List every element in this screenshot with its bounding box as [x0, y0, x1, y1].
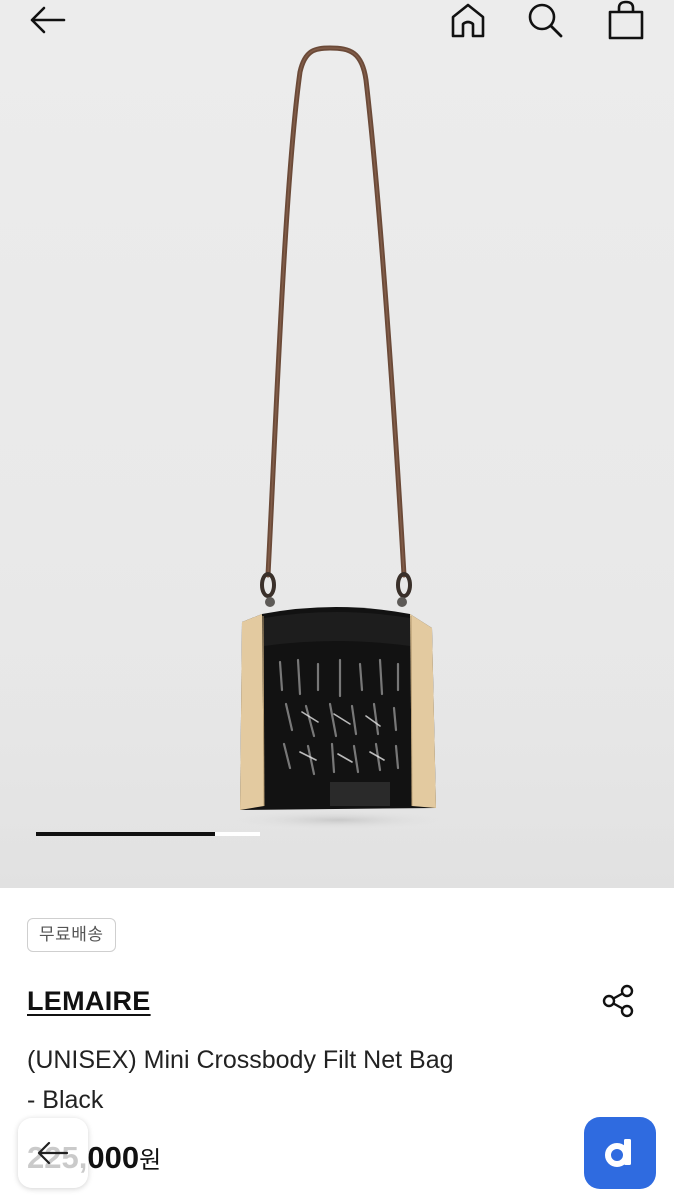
- arrow-left-icon: [37, 1141, 69, 1165]
- app-d-icon: [605, 1139, 631, 1167]
- back-button[interactable]: [26, 0, 70, 40]
- top-navigation-bar: [0, 0, 674, 44]
- share-icon: [602, 984, 634, 1018]
- cart-button[interactable]: [604, 0, 648, 40]
- product-image: [0, 45, 674, 888]
- product-detail-page: 무료배송 LEMAIRE (UNISEX) Mini Crossbody Fil…: [0, 0, 674, 1200]
- product-image-gallery[interactable]: [0, 0, 674, 888]
- carousel-indicator: [36, 832, 260, 836]
- share-button[interactable]: [598, 981, 638, 1021]
- shopping-bag-icon: [608, 0, 644, 40]
- home-icon: [451, 3, 485, 38]
- product-name-line2: - Black: [27, 1086, 104, 1114]
- product-name: (UNISEX) Mini Crossbody Filt Net Bag - B…: [27, 1040, 587, 1120]
- brand-link[interactable]: LEMAIRE: [27, 986, 151, 1017]
- carousel-indicator-fill: [36, 832, 216, 836]
- floating-app-button[interactable]: [584, 1117, 656, 1189]
- price-unit: 원: [139, 1147, 162, 1174]
- free-shipping-badge: 무료배송: [27, 918, 116, 952]
- search-icon: [528, 3, 563, 38]
- floating-back-button[interactable]: [18, 1118, 88, 1188]
- home-button[interactable]: [446, 0, 490, 40]
- arrow-left-icon: [30, 6, 66, 34]
- product-name-line1: (UNISEX) Mini Crossbody Filt Net Bag: [27, 1046, 454, 1074]
- search-button[interactable]: [523, 0, 567, 40]
